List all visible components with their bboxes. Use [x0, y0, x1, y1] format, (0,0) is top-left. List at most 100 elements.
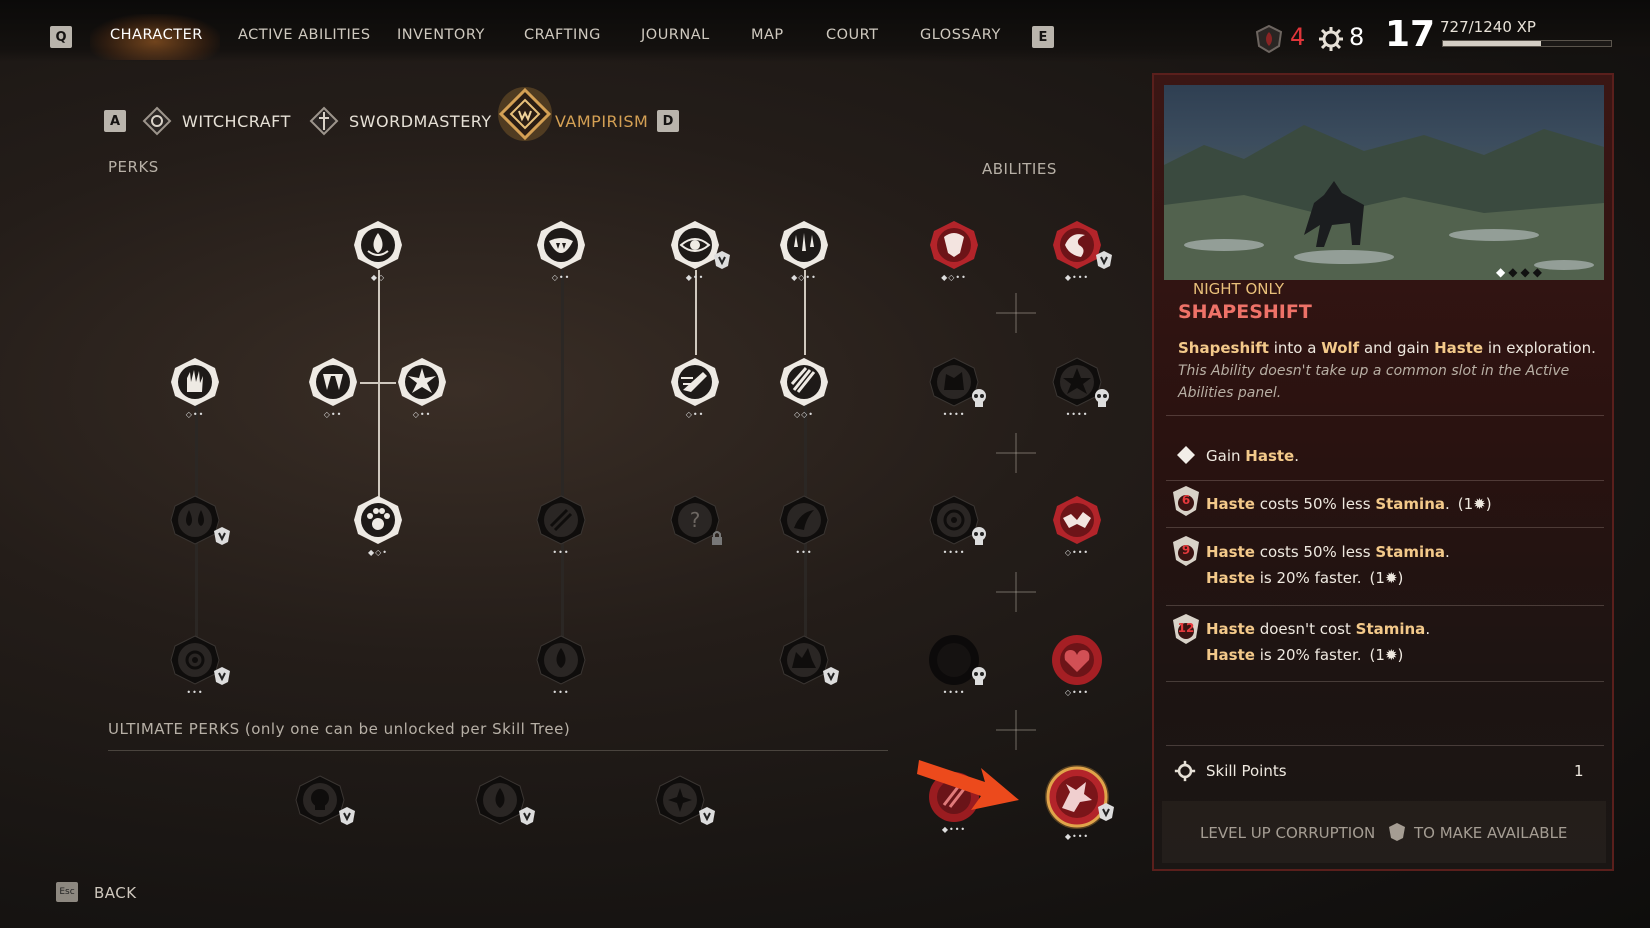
- prev-tab-key[interactable]: Q: [50, 26, 72, 48]
- prev-skilltree-key[interactable]: A: [104, 110, 126, 132]
- perk-node-locked-drop[interactable]: [535, 634, 587, 686]
- perk-node-burst[interactable]: [396, 356, 448, 408]
- ability-description: Shapeshift into a Wolf and gain Haste in…: [1178, 339, 1596, 357]
- perk-progress-pips: •••: [186, 688, 204, 697]
- upgrade-cost-close: ): [1485, 495, 1492, 513]
- perk-progress-pips: •••: [552, 548, 570, 557]
- skill-point-icon: ✹: [1384, 646, 1398, 664]
- perk-node-blood-hand[interactable]: [169, 356, 221, 408]
- ability-node-bat-swarm[interactable]: [1051, 494, 1103, 546]
- upgrade-cost: (1: [1369, 569, 1385, 587]
- tab-character[interactable]: CHARACTER: [110, 27, 203, 43]
- desc-text: into a: [1268, 339, 1322, 357]
- skilltree-witchcraft[interactable]: WITCHCRAFT: [182, 112, 291, 131]
- back-button[interactable]: BACK: [94, 884, 137, 902]
- perk-node-dash[interactable]: [669, 356, 721, 408]
- tab-map[interactable]: MAP: [751, 27, 784, 43]
- tab-crafting[interactable]: CRAFTING: [524, 27, 601, 43]
- ability-node-heart[interactable]: [1051, 634, 1103, 686]
- preview-carousel-pips[interactable]: ◆◆◆◆: [1496, 265, 1545, 279]
- ability-preview-image: ◆◆◆◆: [1164, 85, 1604, 280]
- keyword: Wolf: [1321, 339, 1360, 357]
- corruption-requirement-icon: [823, 667, 839, 685]
- perk-node-fang-mouth[interactable]: [535, 219, 587, 271]
- character-level: 17: [1385, 14, 1436, 55]
- perk-progress-pips: ◇••: [551, 273, 571, 282]
- corruption-icon: [1255, 24, 1283, 54]
- ability-tag: NIGHT ONLY: [1193, 280, 1285, 298]
- perk-node-locked-claw[interactable]: [778, 494, 830, 546]
- keyword: Stamina: [1375, 495, 1445, 513]
- tab-active-abilities[interactable]: ACTIVE ABILITIES: [238, 27, 371, 43]
- corruption-requirement-icon: [1098, 803, 1114, 821]
- keyword: Haste: [1206, 569, 1255, 587]
- panel-divider: [1166, 681, 1604, 682]
- upgrade-text: .: [1294, 447, 1299, 465]
- tab-inventory[interactable]: INVENTORY: [397, 27, 485, 43]
- ability-progress-pips: ◆•••: [1064, 832, 1090, 841]
- corruption-requirement-icon: [214, 527, 230, 545]
- perk-node-fangs[interactable]: [307, 356, 359, 408]
- wolf-landscape-illustration: [1164, 125, 1604, 280]
- tree-connector: [695, 270, 697, 355]
- tab-court[interactable]: COURT: [826, 27, 879, 43]
- corruption-icon: [1389, 823, 1405, 841]
- svg-text:?: ?: [690, 508, 701, 532]
- corruption-requirement-icon: [519, 807, 535, 825]
- keyword: Shapeshift: [1178, 339, 1269, 357]
- keyword: Haste: [1206, 646, 1255, 664]
- skull-icon: [972, 389, 986, 407]
- desc-text: and gain: [1359, 339, 1435, 357]
- panel-divider: [1166, 605, 1604, 606]
- perk-progress-pips: ◆••: [685, 273, 705, 282]
- upgrade-text: costs 50% less: [1254, 543, 1376, 561]
- tab-journal[interactable]: JOURNAL: [641, 27, 710, 43]
- keyword: Haste: [1206, 543, 1255, 561]
- skill-point-icon: ✹: [1384, 569, 1398, 587]
- perk-progress-pips: ◇••: [685, 410, 705, 419]
- perk-node-blood-rain[interactable]: [778, 219, 830, 271]
- upgrade-tier-2-line2: Haste is 20% faster. (1✹): [1206, 569, 1403, 587]
- lock-icon: [712, 531, 722, 545]
- upgrade-text: is 20% faster.: [1254, 569, 1362, 587]
- skull-icon: [972, 667, 986, 685]
- pointer-arrow-icon: [917, 760, 1019, 810]
- next-tab-key[interactable]: E: [1032, 26, 1054, 48]
- keyword: Haste: [1245, 447, 1295, 465]
- skilltree-swordmastery[interactable]: SWORDMASTERY: [349, 112, 492, 131]
- ability-node-howl[interactable]: [928, 219, 980, 271]
- upgrade-tier-2-line1: Haste costs 50% less Stamina.: [1206, 543, 1450, 561]
- skill-point-icon: [1174, 760, 1196, 782]
- perk-node-claws[interactable]: [778, 356, 830, 408]
- swordmastery-icon: [309, 106, 339, 136]
- xp-progress-fill: [1443, 41, 1542, 46]
- perk-progress-pips: ◆◇••: [791, 273, 817, 282]
- upgrade-cost: (1: [1369, 646, 1385, 664]
- xp-text: 727/1240 XP: [1440, 18, 1536, 36]
- perk-node-blood-drop[interactable]: [352, 219, 404, 271]
- ability-progress-pips: ◆◇••: [941, 273, 967, 282]
- perk-node-paw[interactable]: [352, 494, 404, 546]
- next-skilltree-key[interactable]: D: [657, 110, 679, 132]
- upgrade-level-12: 12: [1177, 621, 1195, 635]
- skill-points-count: 8: [1349, 23, 1365, 51]
- skilltree-vampirism[interactable]: VAMPIRISM: [555, 112, 648, 131]
- corruption-requirement-icon: [339, 807, 355, 825]
- back-key[interactable]: Esc: [56, 882, 78, 902]
- upgrade-text: doesn't cost: [1254, 620, 1356, 638]
- perk-node-locked-slash[interactable]: [535, 494, 587, 546]
- requirement-text-left: LEVEL UP CORRUPTION: [1200, 824, 1376, 842]
- ultimate-perks-heading: ULTIMATE PERKS (only one can be unlocked…: [108, 720, 571, 738]
- upgrade-level-9: 9: [1181, 543, 1191, 557]
- corruption-requirement-icon: [714, 251, 730, 269]
- moon-icon: [1179, 284, 1186, 298]
- upgrade-text: Gain: [1206, 447, 1246, 465]
- perk-progress-pips: ◇••: [412, 410, 432, 419]
- upgrade-base: Gain Haste.: [1206, 447, 1299, 465]
- perk-progress-pips: ◇••: [185, 410, 205, 419]
- tab-glossary[interactable]: GLOSSARY: [920, 27, 1001, 43]
- upgrade-text: .: [1425, 620, 1431, 638]
- xp-progress-bar: [1442, 40, 1612, 47]
- ability-divider: [996, 433, 1036, 473]
- ability-progress-pips: ◇•••: [1064, 688, 1090, 697]
